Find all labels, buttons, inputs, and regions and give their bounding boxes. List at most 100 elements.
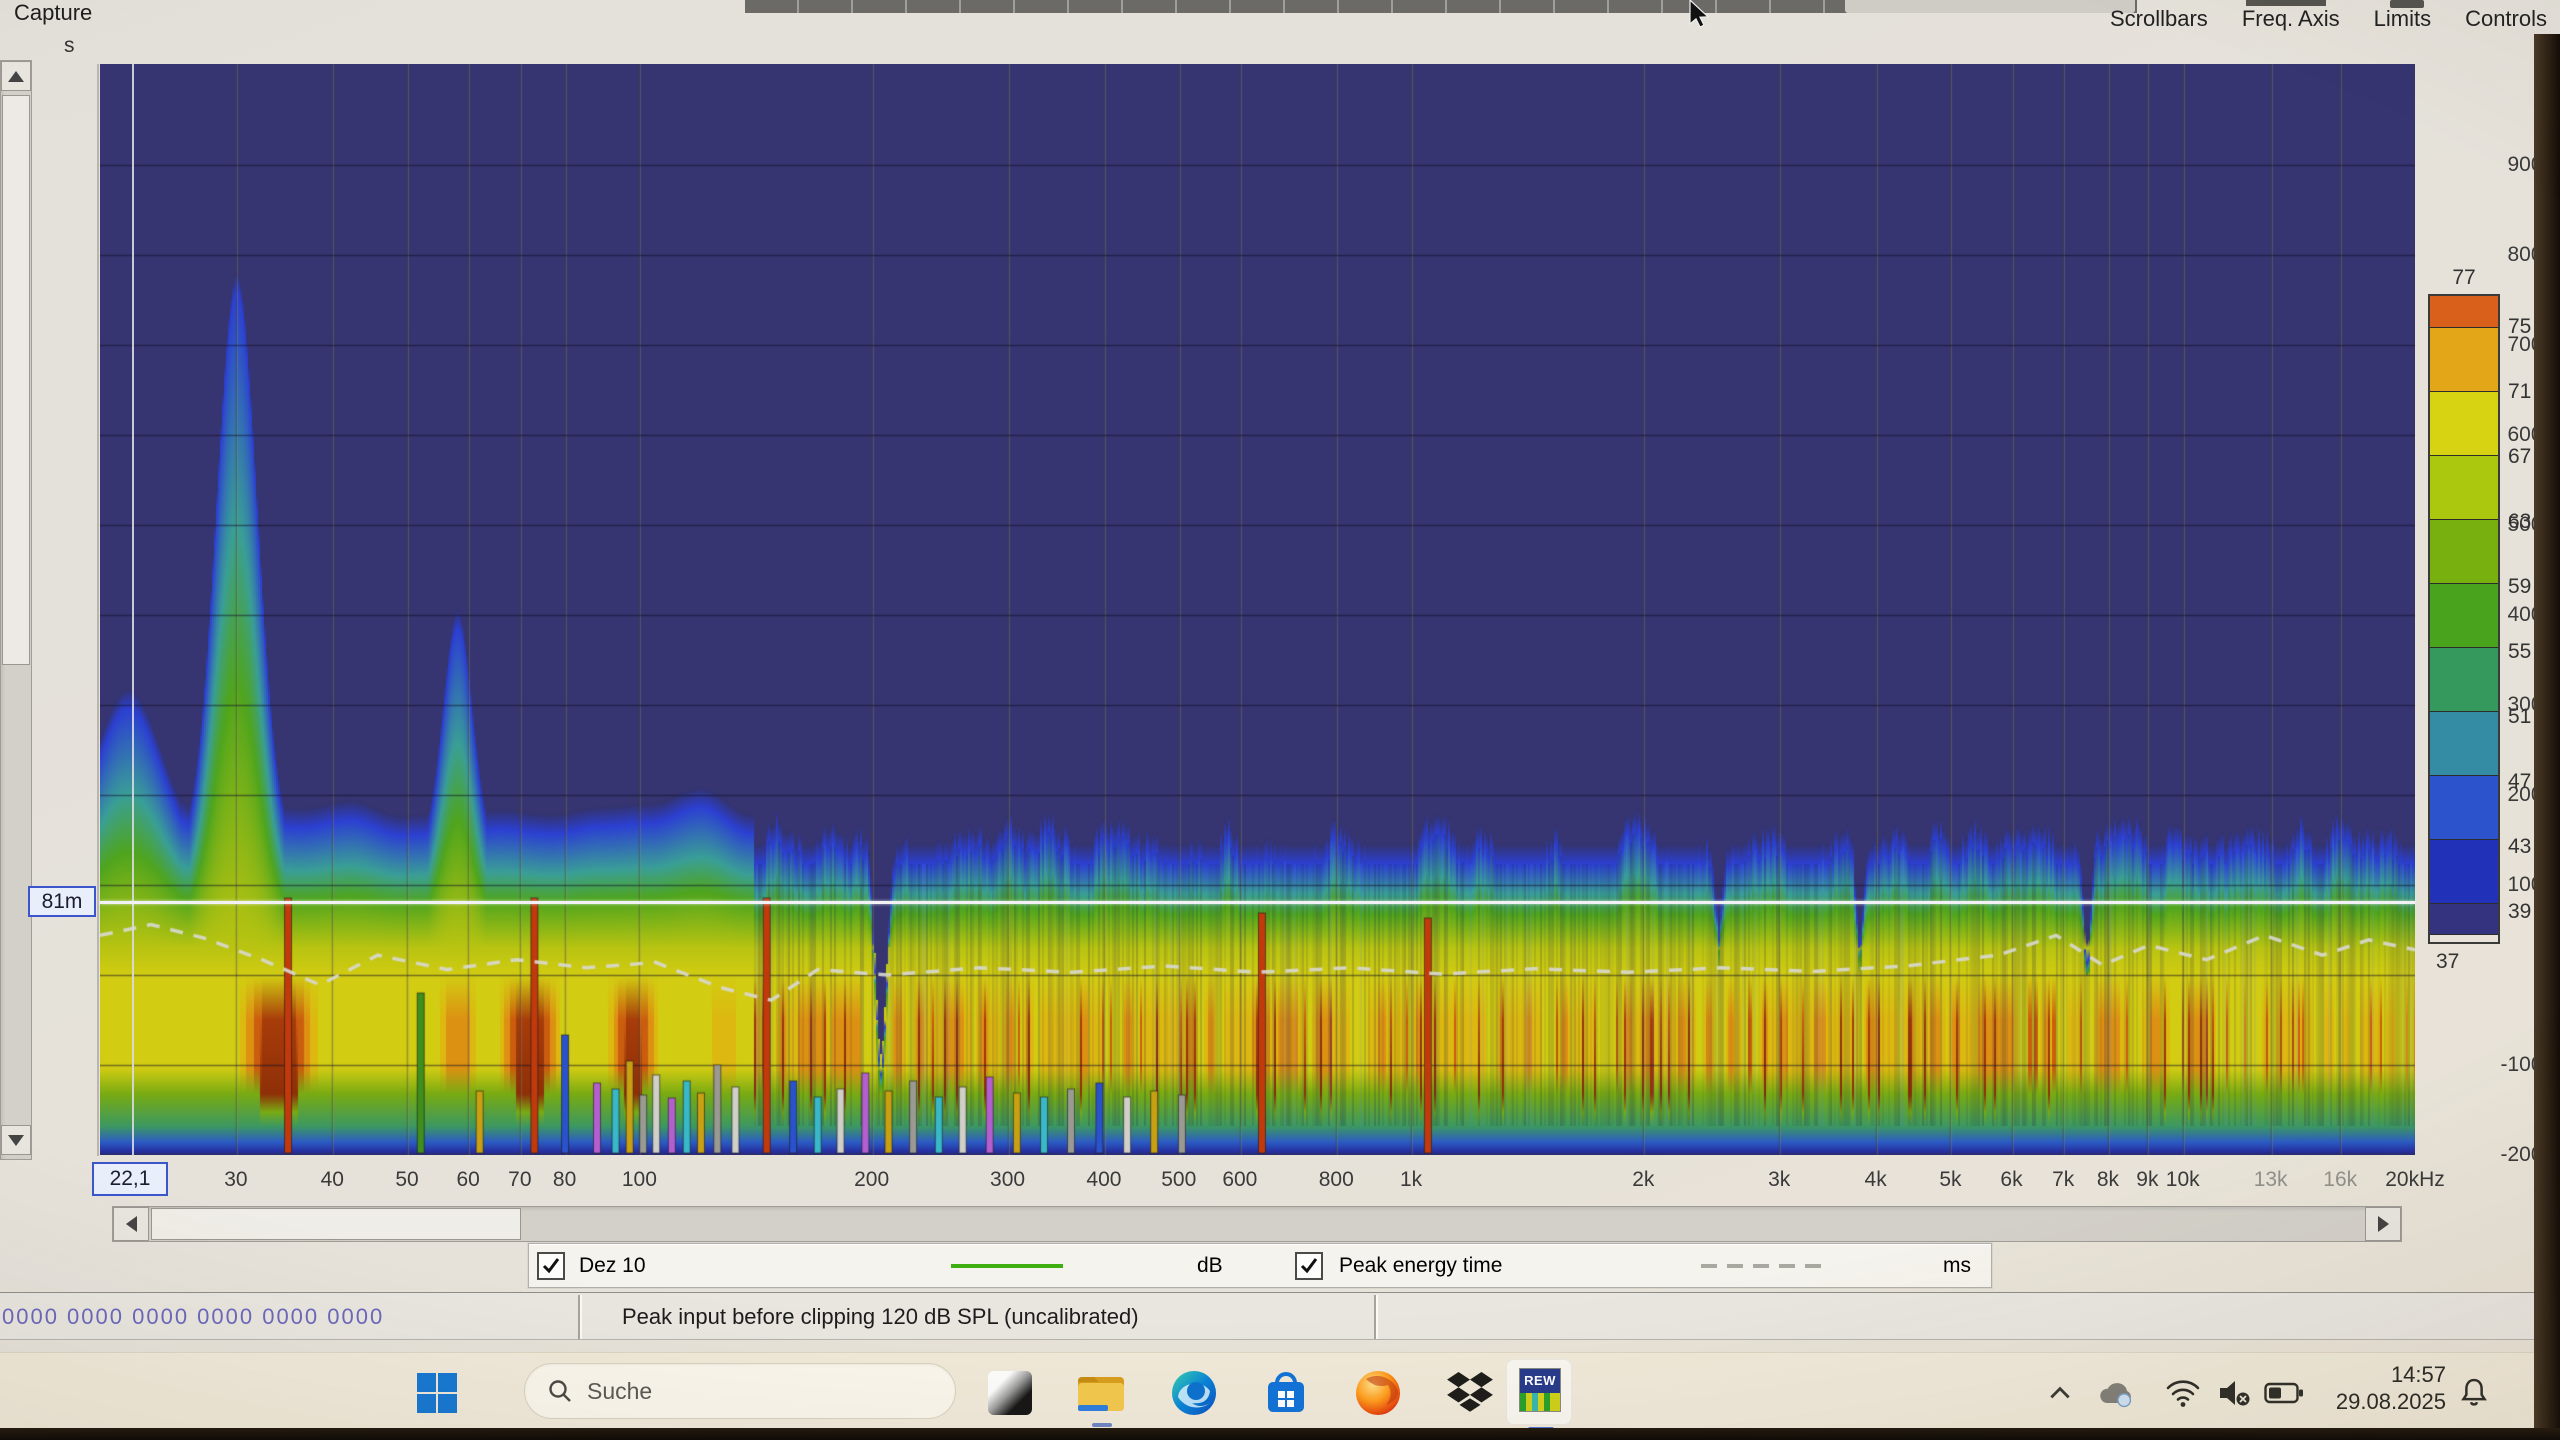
mouse-pointer-icon xyxy=(1688,0,1712,28)
check-icon xyxy=(1299,1256,1319,1276)
screen: Capture Scrollbars Freq. Axis Limits Contro… xyxy=(0,0,2560,1440)
freq-tick-800: 800 xyxy=(1319,1168,1354,1192)
tray-clock[interactable]: 14:57 29.08.2025 xyxy=(2290,1361,2446,1415)
color-scale-max: 77 xyxy=(2428,266,2500,290)
trace-label-dez10: Dez 10 xyxy=(579,1254,646,1278)
menu-freq-axis[interactable]: Freq. Axis xyxy=(2242,6,2340,32)
menu-limits[interactable]: Limits xyxy=(2374,6,2431,32)
scroll-up-button[interactable] xyxy=(1,61,31,91)
color-scale-segment-37 xyxy=(2430,904,2498,936)
freq-tick-30: 30 xyxy=(224,1168,247,1192)
color-scale-label-59: 59 xyxy=(2508,575,2531,599)
firefox-browser-icon xyxy=(1354,1369,1402,1417)
spectrogram-plot[interactable] xyxy=(100,64,2415,1155)
scroll-left-button[interactable] xyxy=(113,1207,149,1241)
freq-tick-600: 600 xyxy=(1222,1168,1257,1192)
freq-tick-7k: 7k xyxy=(2052,1168,2074,1192)
trace-label-peak-energy: Peak energy time xyxy=(1339,1254,1502,1278)
freq-tick-3k: 3k xyxy=(1768,1168,1790,1192)
graph-menu-bar: Scrollbars Freq. Axis Limits Controls xyxy=(2110,6,2560,32)
taskbar-app-edge[interactable] xyxy=(1168,1367,1220,1419)
color-scale-segment-63 xyxy=(2430,456,2498,520)
triangle-right-icon xyxy=(2378,1216,2389,1232)
freq-tick-100: 100 xyxy=(622,1168,657,1192)
color-scale-segment-39 xyxy=(2430,840,2498,904)
color-scale-label-75: 75 xyxy=(2508,315,2531,339)
rew-icon-spectrum xyxy=(1520,1393,1560,1411)
status-bar: 0000 0000 0000 0000 0000 0000 Peak input… xyxy=(0,1292,2534,1340)
color-scale-label-47: 47 xyxy=(2508,770,2531,794)
color-scale-label-67: 67 xyxy=(2508,445,2531,469)
taskbar-app-dropbox[interactable] xyxy=(1444,1367,1496,1419)
cursor-crosshair-vertical xyxy=(132,64,134,1155)
color-scale-segment-59 xyxy=(2430,520,2498,584)
freq-tick-9k: 9k xyxy=(2136,1168,2158,1192)
freq-tick-400: 400 xyxy=(1086,1168,1121,1192)
color-scale-bar xyxy=(2428,294,2500,944)
color-scale-label-63: 63 xyxy=(2508,510,2531,534)
dropbox-icon xyxy=(1447,1372,1493,1414)
tray-date-text: 29.08.2025 xyxy=(2290,1388,2446,1415)
color-scale-segment-71 xyxy=(2430,328,2498,392)
file-explorer-icon xyxy=(1077,1371,1127,1415)
freq-tick-1k: 1k xyxy=(1400,1168,1422,1192)
tray-wifi[interactable] xyxy=(2160,1367,2206,1419)
freq-tick-500: 500 xyxy=(1161,1168,1196,1192)
trace-unit-db: dB xyxy=(1197,1254,1223,1278)
status-divider xyxy=(578,1295,580,1339)
taskbar-app-firefox[interactable] xyxy=(1352,1367,1404,1419)
top-toolbar-highlight xyxy=(1845,0,2135,13)
tray-onedrive[interactable] xyxy=(2094,1367,2140,1419)
menu-scrollbars[interactable]: Scrollbars xyxy=(2110,6,2208,32)
status-divider xyxy=(1374,1295,1376,1339)
chevron-up-icon xyxy=(2047,1382,2073,1404)
tray-volume-muted[interactable] xyxy=(2212,1367,2258,1419)
freq-tick-5k: 5k xyxy=(1939,1168,1961,1192)
scroll-right-button[interactable] xyxy=(2365,1207,2401,1241)
screen-edge-right xyxy=(2534,34,2560,1440)
trace-legend-bar: Dez 10 dB Peak energy time ms xyxy=(528,1243,1992,1288)
freq-tick-40: 40 xyxy=(321,1168,344,1192)
tray-show-hidden-icons[interactable] xyxy=(2042,1367,2078,1419)
color-scale-label-39: 39 xyxy=(2508,900,2531,924)
trace-unit-ms: ms xyxy=(1943,1254,1971,1278)
color-scale-segment-51 xyxy=(2430,648,2498,712)
freq-tick-20khz: 20kHz xyxy=(2385,1168,2445,1192)
taskbar-app-snip[interactable] xyxy=(984,1367,1036,1419)
taskbar-app-store[interactable] xyxy=(1260,1367,1312,1419)
y-axis-line xyxy=(97,64,99,1156)
color-scale-label-43: 43 xyxy=(2508,835,2531,859)
freq-tick-50: 50 xyxy=(395,1168,418,1192)
rew-app-icon: REW xyxy=(1519,1368,1561,1412)
tray-notifications[interactable] xyxy=(2452,1367,2496,1419)
search-input[interactable]: Suche xyxy=(524,1363,956,1419)
trace-checkbox-peak-energy[interactable] xyxy=(1295,1252,1323,1280)
start-button[interactable] xyxy=(411,1367,463,1419)
horizontal-scrollbar-thumb[interactable] xyxy=(151,1208,521,1240)
microsoft-store-icon xyxy=(1263,1369,1309,1417)
vertical-scrollbar-thumb[interactable] xyxy=(2,95,30,665)
freq-tick-10k: 10k xyxy=(2166,1168,2200,1192)
color-scale-segment-43 xyxy=(2430,776,2498,840)
scroll-down-button[interactable] xyxy=(1,1125,31,1155)
freq-tick-4k: 4k xyxy=(1865,1168,1887,1192)
horizontal-scrollbar[interactable] xyxy=(112,1206,2402,1242)
color-scale-min: 37 xyxy=(2436,950,2496,974)
color-scale-label-55: 55 xyxy=(2508,640,2531,664)
vertical-scrollbar[interactable] xyxy=(0,60,32,1160)
menu-controls[interactable]: Controls xyxy=(2465,6,2547,32)
taskbar-app-rew-active[interactable]: REW xyxy=(1506,1359,1572,1425)
taskbar-app-explorer[interactable] xyxy=(1076,1367,1128,1419)
tray-time-text: 14:57 xyxy=(2290,1361,2446,1388)
freq-tick-8k: 8k xyxy=(2097,1168,2119,1192)
menu-capture[interactable]: Capture xyxy=(14,0,92,26)
trace-checkbox-dez10[interactable] xyxy=(537,1252,565,1280)
color-scale-segment-75 xyxy=(2430,296,2498,328)
screen-edge-bottom xyxy=(0,1428,2560,1440)
freq-tick-6k: 6k xyxy=(2000,1168,2022,1192)
photo-app-icon xyxy=(988,1371,1032,1415)
bell-icon xyxy=(2459,1377,2489,1409)
edge-browser-icon xyxy=(1170,1369,1218,1417)
freq-tick-200: 200 xyxy=(854,1168,889,1192)
status-message: Peak input before clipping 120 dB SPL (u… xyxy=(622,1304,1139,1330)
